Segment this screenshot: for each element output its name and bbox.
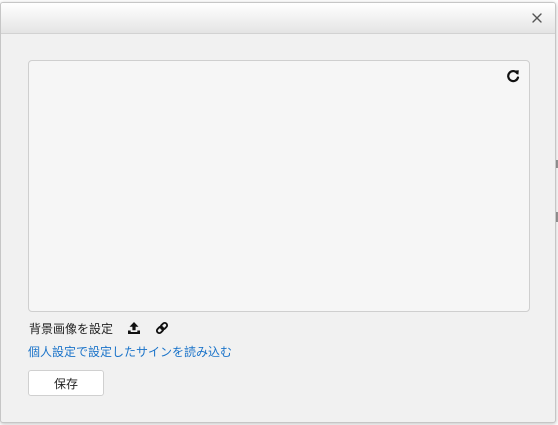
link-button[interactable] — [154, 320, 170, 336]
save-button[interactable]: 保存 — [28, 370, 104, 396]
link-icon — [155, 321, 169, 335]
sign-dialog: 背景画像を設定 個人設定で設定したサインを読み込む 保存 — [0, 2, 556, 423]
load-saved-sign-link[interactable]: 個人設定で設定したサインを読み込む — [28, 343, 232, 360]
refresh-icon — [507, 70, 520, 83]
page: 背景画像を設定 個人設定で設定したサインを読み込む 保存 — [0, 0, 558, 425]
dialog-titlebar — [1, 3, 555, 34]
signature-canvas[interactable] — [28, 60, 530, 312]
refresh-button[interactable] — [505, 68, 521, 84]
close-icon — [532, 13, 542, 23]
background-image-row: 背景画像を設定 — [29, 319, 170, 337]
background-image-label: 背景画像を設定 — [29, 321, 114, 336]
upload-button[interactable] — [126, 320, 142, 336]
upload-icon — [128, 322, 141, 334]
close-button[interactable] — [528, 9, 546, 27]
